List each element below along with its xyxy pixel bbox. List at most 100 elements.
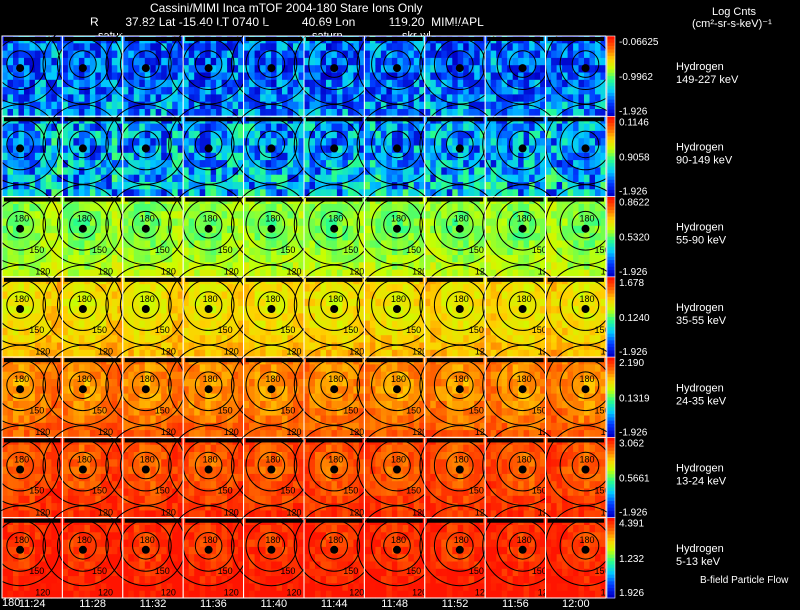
pixel-cell <box>386 57 393 66</box>
planet-marker <box>141 224 150 233</box>
pixel-cell <box>188 145 195 154</box>
pixel-cell <box>496 342 503 351</box>
pixel-cell <box>304 152 311 161</box>
pixel-cell <box>78 160 85 168</box>
pixel-cell <box>595 233 602 241</box>
pixel-cell <box>452 320 459 329</box>
pixel-cell <box>265 320 272 329</box>
pixel-cell <box>413 57 420 66</box>
pixel-cell <box>260 255 267 263</box>
pixel-cell <box>507 167 514 176</box>
pixel-cell <box>347 57 354 66</box>
pixel-cell <box>452 342 459 351</box>
pixel-cell <box>424 349 431 358</box>
pixel-cell <box>216 123 223 132</box>
pixel-cell <box>73 123 80 132</box>
pixel-cell <box>205 174 212 183</box>
pixel-cell <box>435 225 442 234</box>
pixel-cell <box>51 225 58 234</box>
pixel-cell <box>172 298 179 307</box>
pixel-cell <box>73 145 80 154</box>
pixel-cell <box>595 167 602 176</box>
pixel-cell <box>463 269 470 278</box>
pixel-cell <box>512 349 519 358</box>
pixel-cell <box>188 247 195 256</box>
pixel-cell <box>397 247 404 256</box>
pixel-cell <box>573 255 580 263</box>
pixel-cell <box>188 130 195 139</box>
pixel-cell <box>430 262 437 271</box>
pixel-cell <box>221 189 228 198</box>
pixel-cell <box>364 225 371 234</box>
pixel-cell <box>507 284 514 293</box>
pixel-cell <box>210 94 217 103</box>
pixel-cell <box>364 50 371 59</box>
pixel-cell <box>271 342 278 351</box>
pixel-cell <box>13 269 20 278</box>
pixel-cell <box>304 211 311 220</box>
pixel-cell <box>424 130 431 139</box>
pixel-cell <box>320 269 327 278</box>
pixel-cell <box>287 65 294 74</box>
pixel-cell <box>40 101 47 110</box>
pixel-cell <box>523 262 530 271</box>
pixel-cell <box>490 335 497 344</box>
pixel-cell <box>485 189 492 198</box>
pixel-cell <box>512 284 519 293</box>
pixel-cell <box>78 130 85 139</box>
pixel-cell <box>551 109 558 117</box>
pixel-cell <box>556 123 563 132</box>
pixel-cell <box>424 233 431 241</box>
pixel-cell <box>501 211 508 220</box>
pixel-cell <box>567 211 574 220</box>
planet-marker <box>78 224 87 233</box>
planet-marker <box>330 224 339 233</box>
image-panel <box>231 23 312 117</box>
pixel-cell <box>320 255 327 263</box>
pixel-cell <box>413 225 420 234</box>
pixel-cell <box>18 123 25 132</box>
pixel-cell <box>375 87 382 95</box>
pixel-cell <box>139 284 146 293</box>
pixel-cell <box>304 72 311 81</box>
pixel-cell <box>342 123 349 132</box>
pixel-cell <box>282 182 289 190</box>
pixel-cell <box>265 327 272 336</box>
pixel-cell <box>490 79 497 88</box>
pixel-cell <box>507 247 514 256</box>
pixel-cell <box>260 138 267 147</box>
pixel-cell <box>391 203 398 212</box>
pixel-cell <box>139 342 146 351</box>
pixel-cell <box>375 327 382 336</box>
pixel-cell <box>155 291 162 300</box>
pixel-cell <box>408 211 415 220</box>
pixel-cell <box>199 240 206 249</box>
planet-marker <box>16 224 25 233</box>
contour-label: 150 <box>343 245 358 255</box>
pixel-cell <box>260 189 267 198</box>
pixel-cell <box>326 43 333 52</box>
pixel-cell <box>490 298 497 307</box>
pixel-cell <box>331 109 338 117</box>
pixel-cell <box>139 123 146 132</box>
pixel-cell <box>490 225 497 234</box>
pixel-cell <box>485 65 492 74</box>
pixel-cell <box>556 43 563 52</box>
image-panel <box>0 23 63 117</box>
pixel-cell <box>430 313 437 322</box>
pixel-cell <box>408 167 415 176</box>
pixel-cell <box>249 313 256 322</box>
pixel-cell <box>501 298 508 307</box>
pixel-cell <box>567 43 574 52</box>
contour-label: 150 <box>92 325 107 335</box>
pixel-cell <box>221 152 228 161</box>
pixel-cell <box>336 138 343 147</box>
pixel-cell <box>227 182 234 190</box>
pixel-cell <box>265 262 272 271</box>
pixel-cell <box>166 182 173 190</box>
pixel-cell <box>457 109 464 117</box>
pixel-cell <box>150 284 157 293</box>
pixel-cell <box>353 298 360 307</box>
pixel-cell <box>430 123 437 132</box>
pixel-cell <box>78 335 85 344</box>
